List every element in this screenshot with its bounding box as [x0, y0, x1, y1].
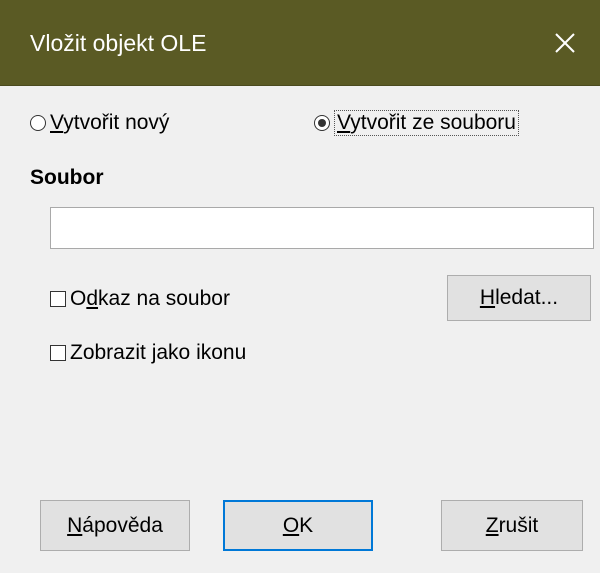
- create-from-file-radio[interactable]: Vytvořit ze souboru: [314, 108, 519, 138]
- link-to-file-checkbox[interactable]: Odkaz na soubor: [50, 284, 230, 314]
- create-new-label: Vytvořit nový: [50, 111, 170, 134]
- title-bar: Vložit objekt OLE: [0, 0, 600, 86]
- file-path-input[interactable]: [50, 207, 594, 249]
- create-new-radio[interactable]: Vytvořit nový: [30, 108, 169, 138]
- browse-button[interactable]: Hledat...: [447, 275, 591, 321]
- link-to-file-label: Odkaz na soubor: [70, 287, 230, 310]
- help-button[interactable]: Nápověda: [40, 500, 190, 551]
- file-section-label: Soubor: [30, 166, 104, 189]
- close-icon[interactable]: [548, 26, 582, 60]
- dialog-title: Vložit objekt OLE: [30, 30, 207, 56]
- radio-indicator[interactable]: [30, 115, 46, 131]
- ok-button[interactable]: OK: [223, 500, 373, 551]
- create-from-file-label: Vytvořit ze souboru: [334, 110, 519, 136]
- insert-ole-object-dialog: Vložit objekt OLE Vytvořit nový Vytvořit…: [0, 0, 600, 573]
- cancel-button[interactable]: Zrušit: [441, 500, 583, 551]
- checkbox-box[interactable]: [50, 345, 66, 361]
- radio-indicator[interactable]: [314, 115, 330, 131]
- display-as-icon-checkbox[interactable]: Zobrazit jako ikonu: [50, 338, 246, 368]
- checkbox-box[interactable]: [50, 291, 66, 307]
- display-as-icon-label: Zobrazit jako ikonu: [70, 341, 247, 364]
